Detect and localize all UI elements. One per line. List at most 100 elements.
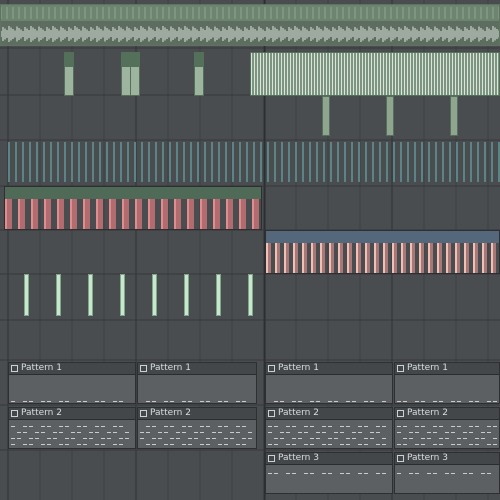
audio-clip[interactable]: [64, 52, 74, 96]
clip-tick[interactable]: [204, 142, 206, 182]
clip-tick[interactable]: [148, 142, 150, 182]
audio-clip[interactable]: [130, 52, 140, 96]
clip-tick[interactable]: [393, 142, 395, 182]
clip-tick[interactable]: [421, 142, 423, 182]
pattern-clip[interactable]: Pattern 1: [394, 362, 500, 404]
clip-tick[interactable]: [491, 142, 493, 182]
clip-tick[interactable]: [134, 142, 136, 182]
clip-tick[interactable]: [470, 142, 472, 182]
clip-tick[interactable]: [183, 142, 185, 182]
clip-tick[interactable]: [120, 142, 122, 182]
audio-clip[interactable]: [265, 230, 500, 274]
clip-tick[interactable]: [64, 142, 66, 182]
clip-tick[interactable]: [449, 142, 451, 182]
clip-tick[interactable]: [246, 142, 248, 182]
clip-tick[interactable]: [442, 142, 444, 182]
pattern-clip[interactable]: Pattern 2: [137, 407, 257, 449]
clip-tick[interactable]: [127, 142, 129, 182]
clip-tick[interactable]: [113, 142, 115, 182]
clip-tick[interactable]: [344, 142, 346, 182]
clip-tick[interactable]: [106, 142, 108, 182]
clip-tick[interactable]: [92, 142, 94, 182]
pattern-clip[interactable]: Pattern 1: [8, 362, 136, 404]
clip-tick[interactable]: [253, 142, 255, 182]
clip-bar[interactable]: [56, 274, 61, 316]
audio-clip[interactable]: [322, 96, 330, 136]
clip-tick[interactable]: [225, 142, 227, 182]
pattern-clip[interactable]: Pattern 3: [394, 452, 500, 494]
clip-tick[interactable]: [435, 142, 437, 182]
clip-tick[interactable]: [50, 142, 52, 182]
audio-clip[interactable]: [4, 186, 262, 230]
clip-tick[interactable]: [162, 142, 164, 182]
clip-tick[interactable]: [351, 142, 353, 182]
clip-tick[interactable]: [274, 142, 276, 182]
pattern-clip[interactable]: Pattern 1: [265, 362, 393, 404]
clip-tick[interactable]: [57, 142, 59, 182]
audio-clip[interactable]: [450, 96, 458, 136]
clip-tick[interactable]: [365, 142, 367, 182]
clip-tick[interactable]: [36, 142, 38, 182]
audio-clip[interactable]: [194, 52, 204, 96]
clip-tick[interactable]: [372, 142, 374, 182]
clip-tick[interactable]: [386, 142, 388, 182]
clip-tick[interactable]: [155, 142, 157, 182]
pattern-clip[interactable]: Pattern 1: [137, 362, 257, 404]
clip-tick[interactable]: [99, 142, 101, 182]
clip-tick[interactable]: [337, 142, 339, 182]
clip-tick[interactable]: [407, 142, 409, 182]
audio-clip-track-1[interactable]: [0, 4, 500, 46]
clip-tick[interactable]: [358, 142, 360, 182]
clip-bar[interactable]: [184, 274, 189, 316]
clip-tick[interactable]: [400, 142, 402, 182]
clip-tick[interactable]: [330, 142, 332, 182]
clip-bar[interactable]: [88, 274, 93, 316]
clip-bar[interactable]: [24, 274, 29, 316]
clip-tick[interactable]: [309, 142, 311, 182]
clip-tick[interactable]: [43, 142, 45, 182]
clip-tick[interactable]: [295, 142, 297, 182]
clip-tick[interactable]: [85, 142, 87, 182]
clip-bar[interactable]: [248, 274, 253, 316]
pattern-clip[interactable]: Pattern 2: [8, 407, 136, 449]
clip-tick[interactable]: [428, 142, 430, 182]
clip-tick[interactable]: [78, 142, 80, 182]
clip-tick[interactable]: [484, 142, 486, 182]
audio-clip[interactable]: [250, 52, 500, 96]
clip-tick[interactable]: [323, 142, 325, 182]
clip-tick[interactable]: [190, 142, 192, 182]
pattern-clip[interactable]: Pattern 2: [265, 407, 393, 449]
pattern-clip[interactable]: Pattern 3: [265, 452, 393, 494]
clip-tick[interactable]: [197, 142, 199, 182]
clip-tick[interactable]: [477, 142, 479, 182]
clip-bar[interactable]: [216, 274, 221, 316]
clip-tick[interactable]: [29, 142, 31, 182]
clip-tick[interactable]: [456, 142, 458, 182]
clip-tick[interactable]: [281, 142, 283, 182]
clip-tick[interactable]: [218, 142, 220, 182]
clip-bar[interactable]: [120, 274, 125, 316]
pattern-clip[interactable]: Pattern 2: [394, 407, 500, 449]
clip-tick[interactable]: [239, 142, 241, 182]
playlist-arrangement[interactable]: Pattern 1 Pattern 1 Pattern 1 Pattern 1 …: [0, 0, 500, 500]
clip-tick[interactable]: [414, 142, 416, 182]
clip-tick[interactable]: [176, 142, 178, 182]
clip-tick[interactable]: [463, 142, 465, 182]
audio-clip[interactable]: [386, 96, 394, 136]
clip-tick[interactable]: [316, 142, 318, 182]
pattern-note: [77, 426, 81, 427]
clip-tick[interactable]: [260, 142, 262, 182]
clip-tick[interactable]: [267, 142, 269, 182]
clip-tick[interactable]: [379, 142, 381, 182]
clip-tick[interactable]: [288, 142, 290, 182]
clip-tick[interactable]: [8, 142, 10, 182]
clip-tick[interactable]: [15, 142, 17, 182]
clip-tick[interactable]: [141, 142, 143, 182]
clip-tick[interactable]: [71, 142, 73, 182]
clip-tick[interactable]: [232, 142, 234, 182]
clip-tick[interactable]: [22, 142, 24, 182]
clip-tick[interactable]: [211, 142, 213, 182]
clip-tick[interactable]: [302, 142, 304, 182]
clip-bar[interactable]: [152, 274, 157, 316]
clip-tick[interactable]: [169, 142, 171, 182]
